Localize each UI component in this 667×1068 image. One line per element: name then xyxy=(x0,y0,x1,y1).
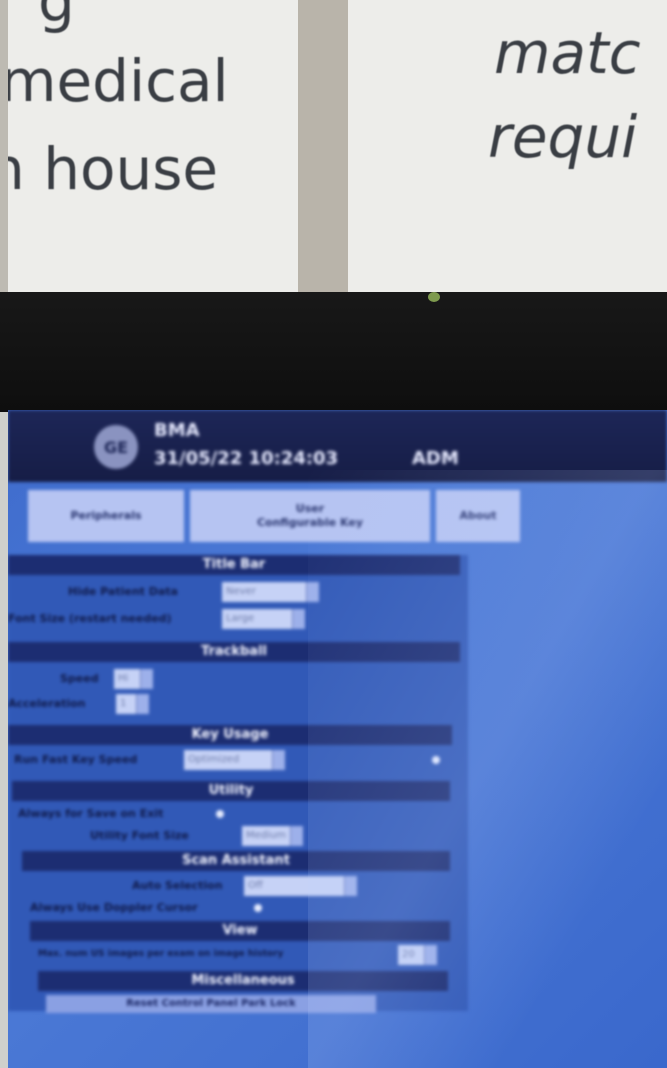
user-id: ADM xyxy=(412,448,459,469)
max-images-label: Max. num US images per exam on image his… xyxy=(38,949,284,959)
section-utility: Utility xyxy=(12,781,450,801)
speed-label: Speed xyxy=(60,672,99,685)
auto-selection-label: Auto Selection xyxy=(132,879,223,892)
monitor-bezel xyxy=(0,292,667,412)
tab-peripherals[interactable]: Peripherals xyxy=(28,490,184,542)
font-size-label: Font Size (restart needed) xyxy=(8,612,172,625)
section-trackball: Trackball xyxy=(8,642,460,662)
max-images-spinner[interactable] xyxy=(424,945,437,965)
acceleration-select[interactable]: 1 xyxy=(116,694,136,714)
always-doppler-radio-icon[interactable] xyxy=(254,904,262,912)
auto-selection-select[interactable]: Off xyxy=(244,876,344,896)
speed-spinner[interactable] xyxy=(140,669,153,689)
auto-selection-spinner[interactable] xyxy=(344,876,357,896)
always-doppler-label: Always Use Doppler Cursor xyxy=(30,901,198,914)
board-divider xyxy=(298,0,348,300)
tab-about[interactable]: About xyxy=(436,490,520,542)
utility-font-size-spinner[interactable] xyxy=(290,826,303,846)
title-bar: GE BMA 31/05/22 10:24:03 ADM xyxy=(8,410,667,482)
reset-control-panel-button[interactable]: Reset Control Panel Park Lock xyxy=(46,995,376,1013)
speed-select[interactable]: Hi xyxy=(114,669,140,689)
run-fast-key-radio-icon[interactable] xyxy=(432,756,440,764)
utility-font-size-select[interactable]: Medium xyxy=(242,826,290,846)
ge-logo-icon: GE xyxy=(94,425,138,469)
sign-board-right: matc requi xyxy=(348,0,667,292)
section-key-usage: Key Usage xyxy=(8,725,452,745)
date-time: 31/05/22 10:24:03 xyxy=(154,448,339,469)
sign-left-line-2: medical xyxy=(8,47,229,115)
hide-patient-data-select[interactable]: Never xyxy=(222,582,306,602)
max-images-select[interactable]: 20 xyxy=(398,945,424,965)
run-fast-key-speed-spinner[interactable] xyxy=(272,750,285,770)
ultrasound-screen: GE BMA 31/05/22 10:24:03 ADM Peripherals… xyxy=(8,410,667,1068)
run-fast-key-speed-label: Run Fast Key Speed xyxy=(14,753,138,766)
acceleration-spinner[interactable] xyxy=(136,694,149,714)
always-save-label: Always for Save on Exit xyxy=(18,807,164,820)
sign-right-line-1: matc xyxy=(494,19,641,87)
section-title-bar: Title Bar xyxy=(8,555,460,575)
section-scan-assistant: Scan Assistant xyxy=(22,851,450,871)
institution-name: BMA xyxy=(154,420,200,441)
sign-right-line-2: requi xyxy=(488,103,638,171)
sign-left-line-1: g xyxy=(38,0,75,35)
always-save-radio-icon[interactable] xyxy=(216,810,224,818)
sign-left-line-3: n house xyxy=(8,135,219,203)
sign-board-left: g medical n house xyxy=(8,0,298,292)
utility-font-size-label: Utility Font Size xyxy=(90,829,189,842)
settings-panel: Title Bar Hide Patient Data Never Font S… xyxy=(8,555,468,1013)
hide-patient-data-label: Hide Patient Data xyxy=(68,585,178,598)
section-miscellaneous: Miscellaneous xyxy=(38,971,448,991)
section-view: View xyxy=(30,921,450,941)
tab-user-configurable-key[interactable]: User Configurable Key xyxy=(190,490,430,542)
settings-tabs: Peripherals User Configurable Key About xyxy=(8,482,667,550)
font-size-select[interactable]: Large xyxy=(222,609,292,629)
indicator-light-icon xyxy=(428,292,440,302)
font-size-spinner[interactable] xyxy=(292,609,305,629)
run-fast-key-speed-select[interactable]: Optimized xyxy=(184,750,272,770)
hide-patient-data-spinner[interactable] xyxy=(306,582,319,602)
acceleration-label: Acceleration xyxy=(8,697,86,710)
